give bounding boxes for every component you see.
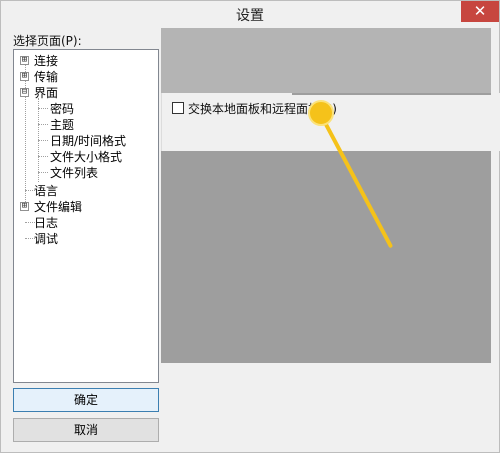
panel-divider: [292, 93, 492, 95]
settings-window: 设置 ✕ 选择页面(P): ⊞ 连接 ⊞ 传输 ⊟ 界面 密码 主题 日期/时间…: [0, 0, 500, 453]
window-title: 设置: [236, 8, 264, 24]
tree-item-language[interactable]: 语言: [34, 183, 58, 199]
tree-connector: [38, 124, 48, 125]
tree-item-label: 传输: [34, 70, 59, 84]
collapse-icon[interactable]: ⊟: [20, 88, 29, 97]
right-edge: [491, 28, 499, 383]
cursor-highlight-icon: [308, 100, 334, 126]
expand-icon[interactable]: ⊞: [20, 202, 29, 211]
tree-item-label: 密码: [50, 102, 75, 116]
tree-item-label: 文件编辑: [34, 200, 83, 214]
settings-panel: 交换本地面板和远程面板(S): [161, 28, 500, 363]
expand-icon[interactable]: ⊞: [20, 72, 29, 81]
cancel-button[interactable]: 取消: [13, 418, 159, 442]
close-button[interactable]: ✕: [461, 1, 499, 22]
ok-button[interactable]: 确定: [13, 388, 159, 412]
tree-connector: [38, 172, 48, 173]
tree-item-file-lists[interactable]: 文件列表: [50, 165, 98, 181]
tree-item-debug[interactable]: 调试: [34, 231, 58, 247]
select-page-label: 选择页面(P):: [13, 34, 82, 48]
tree-item-label: 文件大小格式: [50, 150, 123, 164]
tree-item-label: 主题: [50, 118, 75, 132]
tree-item-label: 界面: [34, 86, 59, 100]
tree-item-label: 日志: [34, 216, 59, 230]
tree-connector: [38, 140, 48, 141]
page-tree[interactable]: ⊞ 连接 ⊞ 传输 ⊟ 界面 密码 主题 日期/时间格式 文件大小格式 文件列表…: [13, 49, 159, 383]
swap-panels-checkbox[interactable]: [172, 102, 184, 114]
expand-icon[interactable]: ⊞: [20, 56, 29, 65]
tree-item-label: 文件列表: [50, 166, 99, 180]
layout-options-strip: 交换本地面板和远程面板(S): [161, 93, 500, 151]
tree-item-label: 语言: [34, 184, 59, 198]
tree-item-label: 调试: [34, 232, 59, 246]
tree-item-logging[interactable]: 日志: [34, 215, 58, 231]
tree-connector: [38, 108, 48, 109]
tree-item-date-time-format[interactable]: 日期/时间格式: [50, 133, 126, 149]
tree-item-themes[interactable]: 主题: [50, 117, 74, 133]
tree-item-label: 日期/时间格式: [50, 134, 127, 148]
tree-connector: [38, 156, 48, 157]
close-icon: ✕: [473, 2, 487, 20]
tree-item-label: 连接: [34, 54, 59, 68]
panel-upper-region: [161, 28, 491, 93]
tree-item-filesize-format[interactable]: 文件大小格式: [50, 149, 122, 165]
title-bar: 设置 ✕: [1, 1, 499, 27]
tree-item-passwords[interactable]: 密码: [50, 101, 74, 117]
